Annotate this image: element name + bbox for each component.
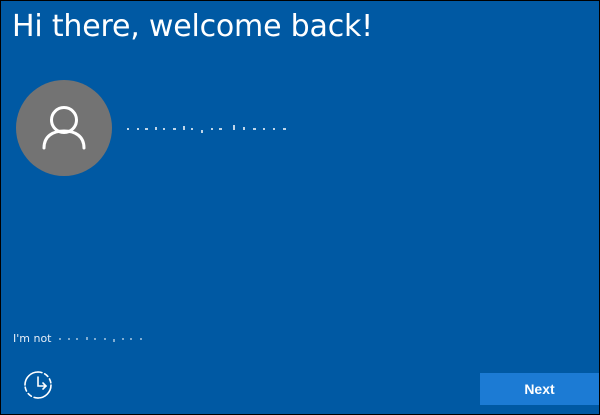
switch-account-prefix: I'm not [13, 332, 52, 345]
oobe-welcome-screen: Hi there, welcome back! I'm not Next [0, 0, 600, 415]
user-silhouette-icon [42, 106, 86, 150]
account-avatar [16, 80, 112, 176]
page-title: Hi there, welcome back! [12, 9, 373, 44]
redacted-switch-account-name [58, 334, 150, 344]
account-name [125, 119, 293, 139]
ease-of-access-icon[interactable] [21, 368, 55, 402]
redacted-account-name [127, 125, 286, 133]
switch-account-link[interactable]: I'm not [13, 331, 150, 347]
next-button[interactable]: Next [480, 373, 599, 405]
